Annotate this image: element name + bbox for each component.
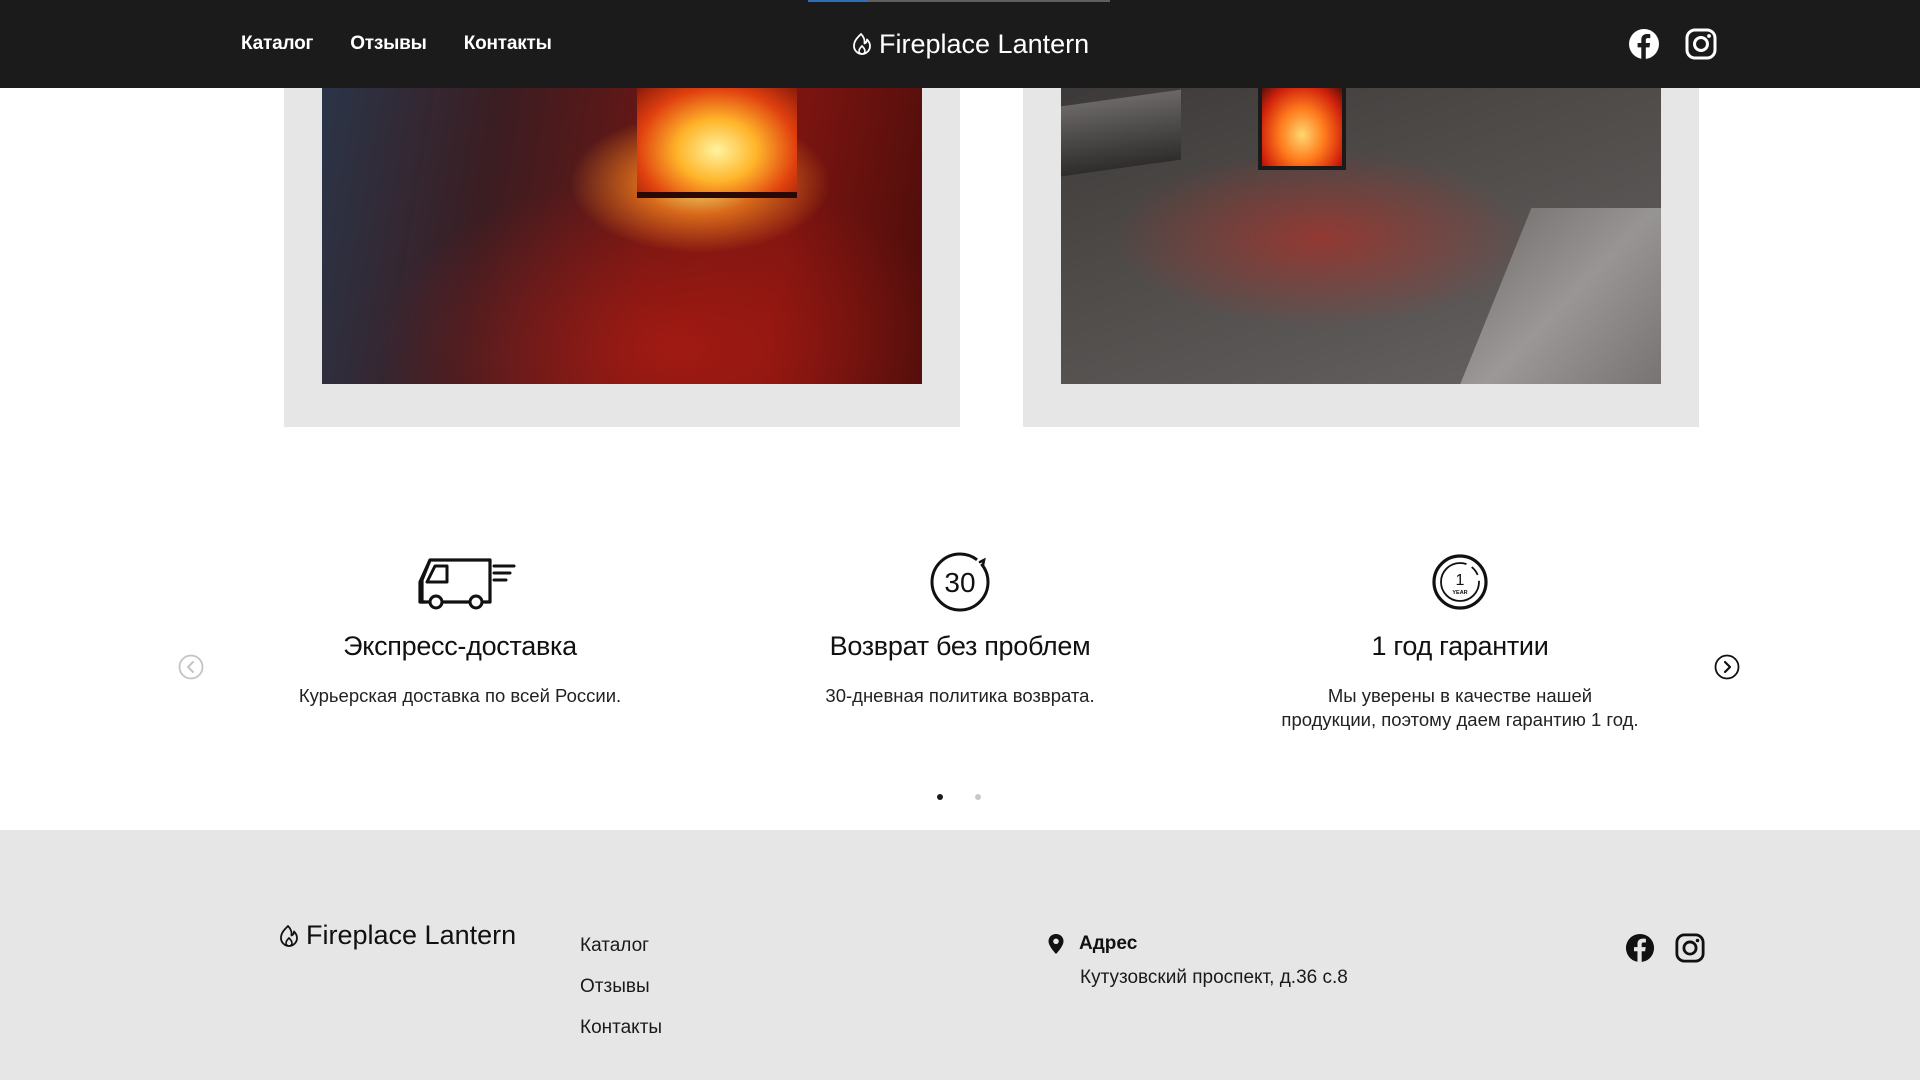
delivery-truck-icon [418,558,516,610]
carousel-dot-2[interactable] [975,794,981,800]
address-value: Кутузовский проспект, д.36 с.8 [1080,967,1348,988]
footer-link-contacts[interactable]: Контакты [580,1016,662,1040]
address-label: Адрес [1079,933,1138,954]
footer-link-catalog[interactable]: Каталог [580,934,662,958]
flame-logo-icon [853,33,871,55]
header-logo[interactable]: Fireplace Lantern [851,0,1089,88]
review-card [1023,40,1699,427]
instagram-icon[interactable] [1675,933,1705,963]
nav-link-reviews[interactable]: Отзывы [350,33,427,55]
return-icon-number: 30 [944,567,975,598]
nav-link-contacts[interactable]: Контакты [464,33,552,55]
facebook-icon[interactable] [1628,28,1660,60]
feature-text-line: Мы уверены в качестве нашей [1327,685,1593,706]
feature-item-returns: 30 Возврат без проблем 30-дневная полити… [730,548,1190,708]
header-social-links [1628,0,1717,88]
feature-title: Экспресс-доставка [343,631,577,661]
feature-item-warranty: 1 YEAR 1 год гарантии Мы уверены в качес… [1230,548,1690,732]
lantern-glow [1258,88,1346,170]
carousel-prev-arrow-icon[interactable] [178,654,204,680]
brand-name: Fireplace Lantern [879,28,1090,59]
map-pin-icon [1048,934,1064,954]
site-header: Каталог Отзывы Контакты Fireplace Lanter… [0,0,1920,88]
carousel-pagination [937,794,981,800]
site-footer: Fireplace Lantern Каталог Отзывы Контакт… [0,830,1920,1080]
warranty-icon-number: 1 [1456,572,1465,589]
carousel-next-arrow-icon[interactable] [1714,654,1740,680]
brand-name: Fireplace Lantern [306,920,517,950]
feature-text: 30-дневная политика возврата. [825,685,1095,706]
feature-title: Возврат без проблем [829,631,1091,661]
instagram-icon[interactable] [1685,28,1717,60]
30-day-return-icon: 30 [930,552,990,612]
footer-social-links [1625,933,1705,963]
photo-detail [1061,89,1181,177]
lantern-glow [637,88,797,198]
review-photo [322,88,922,384]
feature-text: Мы уверены в качестве нашей продукции, п… [1230,684,1690,732]
footer-nav: Каталог Отзывы Контакты [580,934,662,1040]
nav-link-catalog[interactable]: Каталог [241,33,313,55]
review-card [284,40,960,427]
feature-text-line: продукции, поэтому даем гарантию 1 год. [1281,709,1639,730]
feature-text: Курьерская доставка по всей России. [298,685,622,706]
footer-link-reviews[interactable]: Отзывы [580,975,662,999]
photo-detail [1450,208,1661,384]
review-photo [1061,88,1661,384]
warranty-icon-label: YEAR [1452,590,1467,596]
facebook-icon[interactable] [1625,933,1655,963]
footer-address: Адрес Кутузовский проспект, д.36 с.8 [1047,933,1348,989]
one-year-warranty-icon: 1 YEAR [1432,554,1488,610]
footer-logo[interactable]: Fireplace Lantern [278,920,516,951]
carousel-dot-1[interactable] [937,794,943,800]
main-nav: Каталог Отзывы Контакты [241,0,552,88]
flame-logo-icon [280,924,298,947]
feature-item-delivery: Экспресс-доставка Курьерская доставка по… [230,548,690,708]
feature-title: 1 год гарантии [1371,631,1549,661]
